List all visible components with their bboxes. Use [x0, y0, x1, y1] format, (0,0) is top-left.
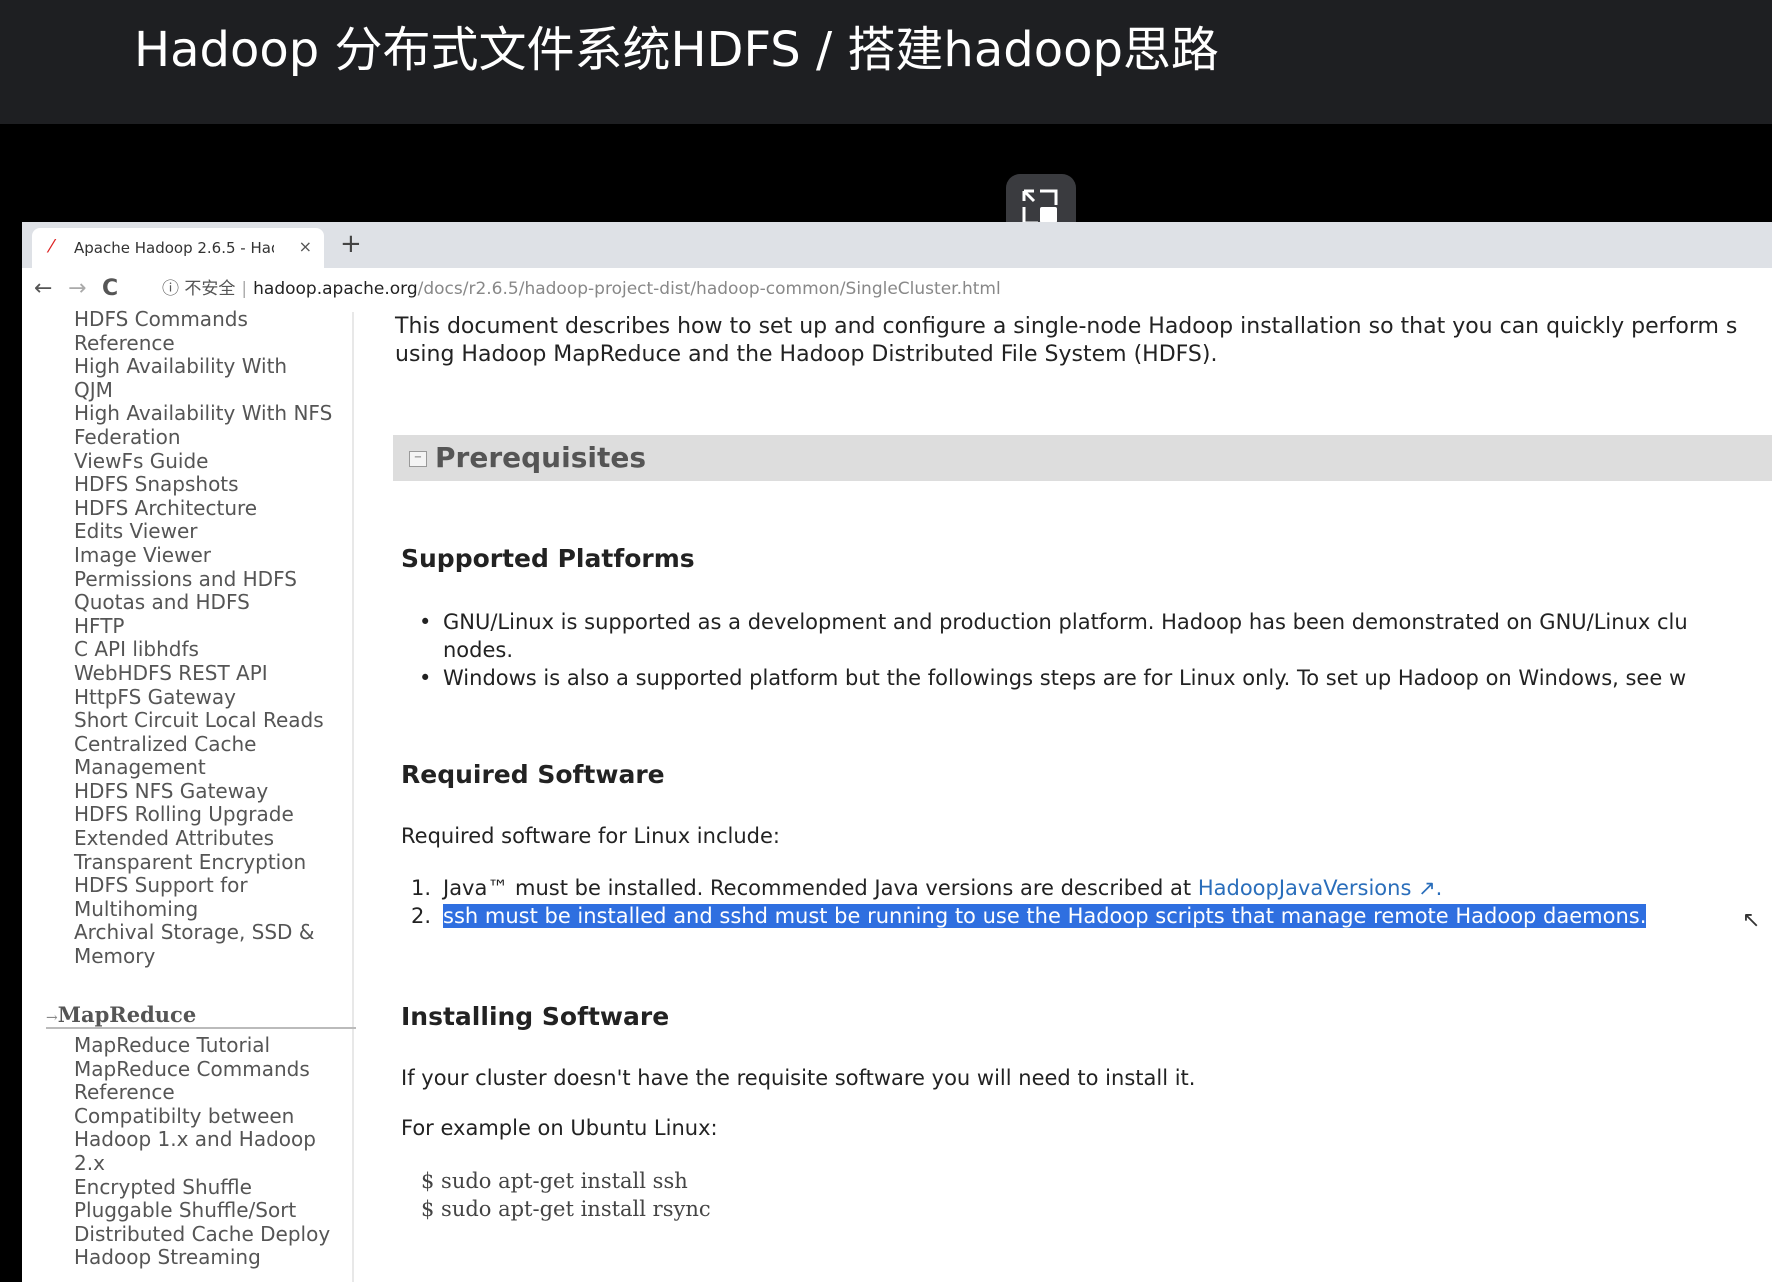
sidebar-item[interactable]: Edits Viewer — [74, 520, 332, 544]
main-content: This document describes how to set up an… — [393, 312, 1772, 1282]
url-path: /docs/r2.6.5/hadoop-project-dist/hadoop-… — [417, 279, 1001, 299]
sidebar-item[interactable]: Quotas and HDFS — [74, 591, 332, 615]
hadoop-java-versions-link[interactable]: HadoopJavaVersions — [1198, 876, 1412, 900]
sidebar-item[interactable]: Compatibilty between — [74, 1104, 330, 1129]
forward-button[interactable]: → — [68, 276, 86, 302]
sidebar-item[interactable]: 2.x — [74, 1151, 330, 1176]
list-item: 1. Java™ must be installed. Recommended J… — [411, 876, 1443, 900]
intro-line-2: using Hadoop MapReduce and the Hadoop Di… — [395, 342, 1218, 367]
install-text-2: For example on Ubuntu Linux: — [401, 1116, 718, 1140]
sidebar-item[interactable]: HDFS Architecture — [74, 496, 332, 521]
address-bar[interactable]: ⓘ 不安全 | hadoop.apache.org/docs/r2.6.5/hado… — [162, 278, 1001, 300]
list-item: • Windows is also a supported platform bu… — [419, 666, 1687, 690]
mouse-cursor-icon: ↖ — [1742, 908, 1761, 933]
prerequisites-section-header: − Prerequisites — [393, 435, 1772, 481]
code-line-1: $ sudo apt-get install ssh — [421, 1169, 688, 1193]
sidebar-item[interactable]: MapReduce Commands — [74, 1057, 330, 1082]
security-indicator[interactable]: ⓘ 不安全 — [162, 279, 235, 299]
sidebar-item[interactable]: Memory — [74, 944, 332, 969]
sidebar-item[interactable]: HDFS Rolling Upgrade — [74, 803, 332, 827]
sidebar-item[interactable]: Image Viewer — [74, 543, 332, 568]
sidebar-item[interactable]: Extended Attributes — [74, 826, 332, 851]
sidebar-item[interactable]: Federation — [74, 425, 332, 450]
sidebar-item[interactable]: Transparent Encryption — [74, 850, 332, 875]
sidebar-item[interactable]: HDFS NFS Gateway — [74, 779, 332, 804]
code-line-2: $ sudo apt-get install rsync — [421, 1197, 711, 1221]
install-text-1: If your cluster doesn't have the requisi… — [401, 1066, 1196, 1090]
supported-platforms-heading: Supported Platforms — [401, 544, 695, 573]
list-item: • GNU/Linux is supported as a development… — [419, 610, 1688, 634]
sidebar-item[interactable]: Distributed Cache Deploy — [74, 1222, 330, 1247]
sidebar-item[interactable]: High Availability With NFS — [74, 402, 332, 426]
sidebar-item[interactable]: ViewFs Guide — [74, 449, 332, 474]
list-item: 2. ssh must be installed and sshd must be… — [411, 904, 1647, 928]
tab-title: Apache Hadoop 2.6.5 - Hado — [74, 239, 274, 257]
external-link-icon: ↗. — [1411, 876, 1443, 900]
sidebar-item[interactable]: Encrypted Shuffle — [74, 1175, 330, 1200]
sidebar-item[interactable]: Hadoop 1.x and Hadoop — [74, 1128, 330, 1152]
reload-button[interactable]: C — [102, 276, 118, 302]
required-software-intro: Required software for Linux include: — [401, 824, 780, 848]
installing-software-heading: Installing Software — [401, 1002, 670, 1031]
sidebar-item[interactable]: Pluggable Shuffle/Sort — [74, 1199, 330, 1223]
exit-fullscreen-icon — [1022, 189, 1058, 225]
sidebar-heading-mapreduce: →MapReduce — [46, 1002, 356, 1029]
hadoop-feather-icon: ⁄ — [50, 236, 54, 257]
mapreduce-heading-text: MapReduce — [57, 1002, 197, 1027]
sidebar-item[interactable]: High Availability With — [74, 355, 332, 379]
required-software-list: 1. Java™ must be installed. Recommended J… — [411, 874, 1647, 930]
back-button[interactable]: ← — [34, 276, 52, 302]
browser-tab[interactable]: ⁄ Apache Hadoop 2.6.5 - Hado × — [32, 228, 324, 268]
selected-text[interactable]: ssh must be installed and sshd must be r… — [443, 904, 1647, 928]
new-tab-button[interactable]: + — [340, 230, 362, 258]
sidebar-item[interactable]: HDFS Commands — [74, 307, 332, 332]
sidebar-item[interactable]: HDFS Snapshots — [74, 473, 332, 497]
sidebar-item[interactable]: Centralized Cache — [74, 732, 332, 757]
intro-line-1: This document describes how to set up an… — [395, 314, 1738, 339]
sidebar-item[interactable]: WebHDFS REST API — [74, 661, 332, 686]
mapreduce-nav-list: MapReduce Tutorial MapReduce Commands Refe… — [74, 1033, 330, 1270]
tab-close-icon[interactable]: × — [299, 237, 312, 256]
video-title-bar: Hadoop 分布式文件系统HDFS / 搭建hadoop思路 — [0, 0, 1772, 124]
sidebar-item[interactable]: Hadoop Streaming — [74, 1246, 330, 1270]
tab-strip: ⁄ Apache Hadoop 2.6.5 - Hado × + — [22, 222, 1772, 268]
required-software-heading: Required Software — [401, 760, 665, 789]
web-page: HDFS Commands Reference High Availability … — [22, 307, 1772, 1282]
sidebar-item[interactable]: Multihoming — [74, 897, 332, 922]
sidebar-item[interactable]: C API libhdfs — [74, 638, 332, 662]
sidebar-item[interactable]: QJM — [74, 378, 332, 403]
sidebar-item[interactable]: Archival Storage, SSD & — [74, 921, 332, 945]
browser-window: ⁄ Apache Hadoop 2.6.5 - Hado × + ← → C ⓘ… — [22, 222, 1772, 1282]
sidebar-item[interactable]: MapReduce Tutorial — [74, 1033, 330, 1058]
sidebar-item[interactable]: Short Circuit Local Reads — [74, 708, 332, 733]
url-host: hadoop.apache.org — [253, 279, 418, 299]
sidebar-item[interactable]: Permissions and HDFS — [74, 567, 332, 592]
video-title: Hadoop 分布式文件系统HDFS / 搭建hadoop思路 — [134, 22, 1219, 78]
hdfs-nav-list: HDFS Commands Reference High Availability … — [74, 307, 332, 969]
sidebar-item[interactable]: Reference — [74, 1081, 330, 1105]
list-item-continuation: nodes. — [443, 638, 514, 662]
platforms-list: • GNU/Linux is supported as a development… — [419, 608, 1688, 692]
sidebar-item[interactable]: HDFS Support for — [74, 874, 332, 898]
sidebar-item[interactable]: Reference — [74, 331, 332, 356]
sidebar-item[interactable]: HFTP — [74, 614, 332, 639]
sidebar-nav: HDFS Commands Reference High Availability … — [22, 307, 356, 1282]
sidebar-item[interactable]: Management — [74, 756, 332, 780]
arrow-right-icon: → — [46, 1010, 58, 1026]
prerequisites-heading: Prerequisites — [435, 441, 646, 474]
sidebar-item[interactable]: HttpFS Gateway — [74, 685, 332, 710]
collapse-icon[interactable]: − — [409, 451, 427, 467]
browser-toolbar: ← → C ⓘ 不安全 | hadoop.apache.org/docs/r2.6.… — [22, 268, 1772, 313]
